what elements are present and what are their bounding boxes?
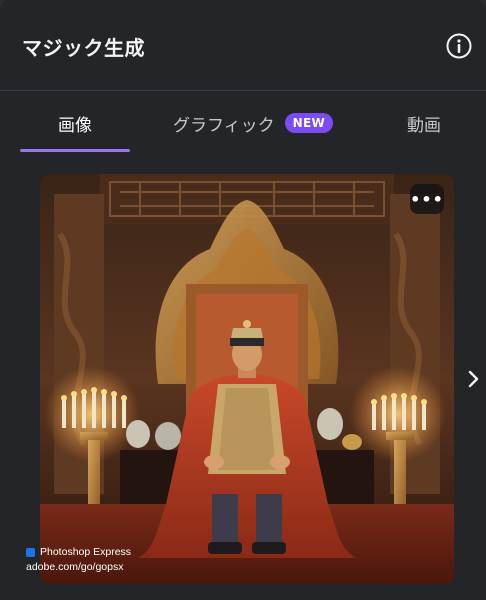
panel-header: マジック生成 <box>0 0 486 91</box>
tab-image[interactable]: 画像 <box>20 91 130 155</box>
chevron-right-icon <box>468 370 479 388</box>
watermark: Photoshop Express adobe.com/go/gopsx <box>26 545 131 575</box>
tab-video-label: 動画 <box>407 115 441 136</box>
new-badge: NEW <box>284 113 334 133</box>
more-horizontal-icon: ••• <box>410 189 444 209</box>
next-image-button[interactable] <box>462 364 484 394</box>
magic-generate-panel: マジック生成 画像 グラフィック NEW 動画 ••• Photoshop Ex… <box>0 0 486 600</box>
watermark-brand: Photoshop Express <box>40 546 132 558</box>
tab-graphic-label: グラフィック <box>172 115 275 136</box>
more-options-button[interactable]: ••• <box>410 184 444 214</box>
info-icon[interactable] <box>446 33 472 59</box>
tab-bar: 画像 グラフィック NEW 動画 <box>0 91 486 155</box>
watermark-url: adobe.com/go/gopsx <box>26 561 124 573</box>
tab-image-label: 画像 <box>58 115 92 136</box>
generated-image-art <box>40 174 454 584</box>
generated-image[interactable] <box>40 174 454 584</box>
active-tab-indicator <box>20 149 130 152</box>
tab-graphic[interactable]: グラフィック NEW <box>158 91 348 155</box>
panel-title: マジック生成 <box>22 36 145 60</box>
photoshop-express-icon <box>26 548 35 557</box>
tab-video[interactable]: 動画 <box>384 91 464 155</box>
